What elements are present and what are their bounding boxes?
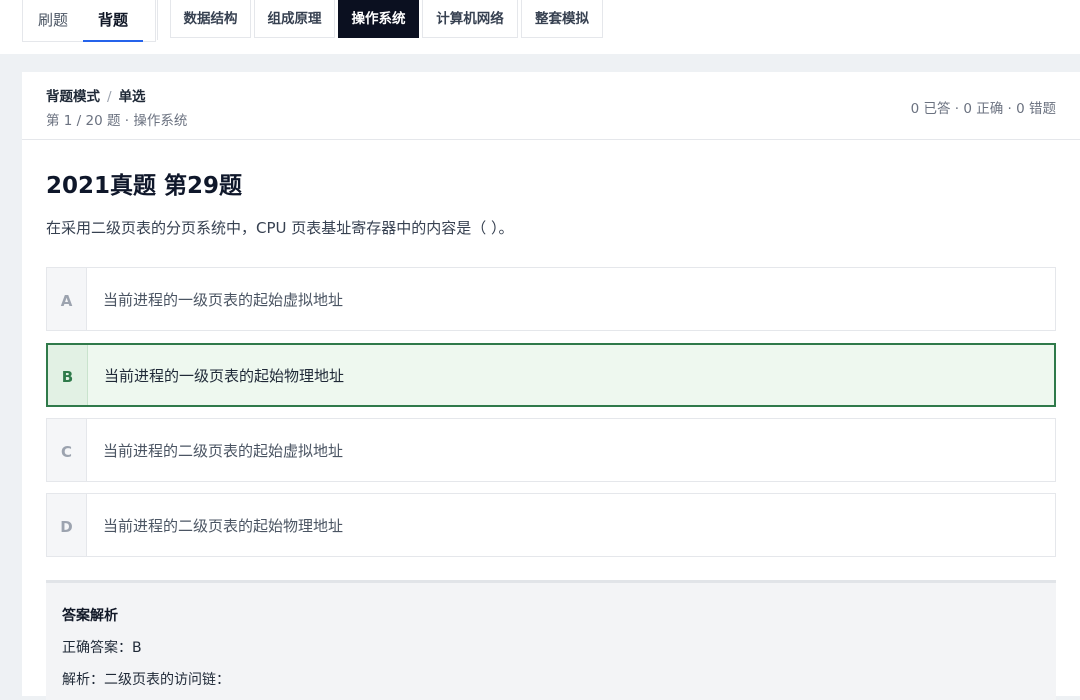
option-text: 当前进程的二级页表的起始虚拟地址: [103, 441, 344, 460]
question-card: 背题模式 / 单选 第 1 / 20 题 · 操作系统 0 已答 · 0 正确 · …: [22, 72, 1080, 700]
option-letter: B: [48, 345, 88, 405]
answer-stats: 0 已答 · 0 正确 · 0 错题: [910, 101, 1056, 117]
tab-memorize-mode[interactable]: 背题: [83, 0, 143, 42]
breadcrumb: 背题模式 / 单选: [46, 85, 146, 105]
correct-answer: 正确答案：B: [62, 640, 142, 656]
option-text: 当前进程的一级页表的起始物理地址: [104, 366, 345, 385]
question-text: 在采用二级页表的分页系统中，CPU 页表基址寄存器中的内容是（ ）。: [46, 219, 514, 237]
question-header: 背题模式 / 单选 第 1 / 20 题 · 操作系统 0 已答 · 0 正确 · …: [22, 72, 1080, 140]
breadcrumb-mode: 背题模式: [46, 89, 100, 105]
tab-practice-mode[interactable]: 刷题: [23, 0, 83, 41]
top-navigation-bar: 刷题 背题 数据结构 组成原理 操作系统 计算机网络 整套模拟: [0, 0, 1080, 54]
tab-data-structures[interactable]: 数据结构: [170, 0, 251, 38]
tab-operating-systems[interactable]: 操作系统: [338, 0, 419, 38]
answer-title: 答案解析: [62, 608, 118, 624]
option-b-correct[interactable]: B 当前进程的一级页表的起始物理地址: [46, 343, 1056, 407]
option-letter: A: [47, 268, 87, 330]
option-c[interactable]: C 当前进程的二级页表的起始虚拟地址: [46, 418, 1056, 482]
question-title: 2021真题 第29题: [46, 173, 243, 199]
explanation-text: 解析：二级页表的访问链：: [62, 672, 230, 688]
question-progress: 第 1 / 20 题 · 操作系统: [46, 113, 188, 129]
option-text: 当前进程的二级页表的起始物理地址: [103, 516, 344, 535]
option-text: 当前进程的一级页表的起始虚拟地址: [103, 290, 344, 309]
tab-computer-networks[interactable]: 计算机网络: [422, 0, 518, 38]
mode-switcher: 刷题 背题: [22, 0, 156, 42]
breadcrumb-type: 单选: [118, 89, 146, 105]
answer-explanation-panel: 答案解析 正确答案：B 解析：二级页表的访问链：: [46, 580, 1056, 700]
tab-full-mock-exam[interactable]: 整套模拟: [521, 0, 603, 38]
option-letter: D: [47, 494, 87, 556]
divider: [157, 0, 158, 40]
breadcrumb-separator: /: [107, 89, 112, 105]
tab-computer-organization[interactable]: 组成原理: [254, 0, 335, 38]
option-a[interactable]: A 当前进程的一级页表的起始虚拟地址: [46, 267, 1056, 331]
option-d[interactable]: D 当前进程的二级页表的起始物理地址: [46, 493, 1056, 557]
option-letter: C: [47, 419, 87, 481]
